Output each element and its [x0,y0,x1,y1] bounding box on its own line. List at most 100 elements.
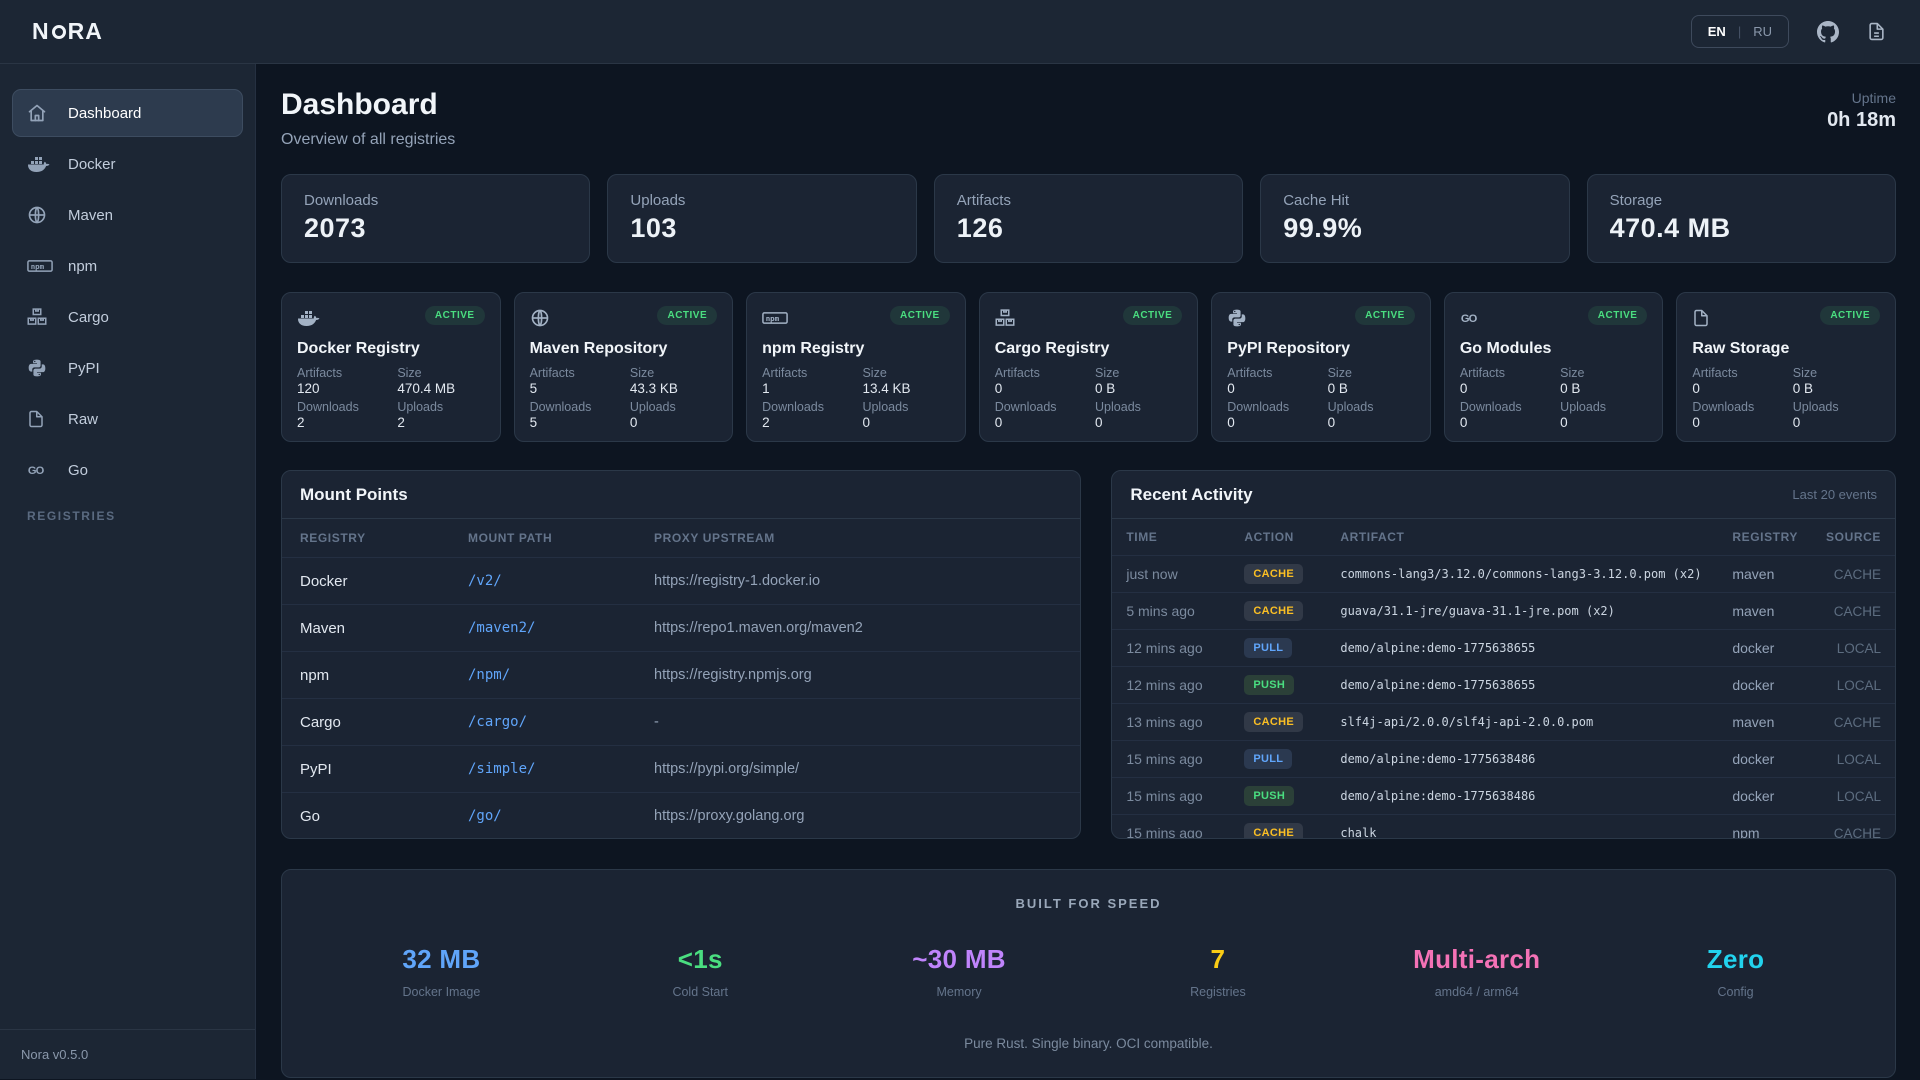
registry-card-npm[interactable]: npm ACTIVE npm Registry Artifacts1 Size1… [746,292,966,442]
uptime-value: 0h 18m [1827,109,1896,132]
mount-path-link[interactable]: /simple/ [468,761,535,777]
stat-value: 103 [630,213,893,244]
mount-path-link[interactable]: /cargo/ [468,714,527,730]
activity-row: 15 mins ago PULL demo/alpine:demo-177563… [1112,741,1895,778]
downloads-value: 0 [1460,415,1560,430]
recent-activity-card: Recent Activity Last 20 events TIME ACTI… [1111,470,1896,839]
pypi-icon [27,357,53,379]
stat-label: Artifacts [957,192,1220,209]
built-for-speed-card: BUILT FOR SPEED 32 MB Docker Image <1s C… [281,869,1896,1078]
cargo-icon [995,306,1015,330]
mount-path-link[interactable]: /npm/ [468,667,510,683]
sidebar-item-label: PyPI [68,360,100,377]
activity-source: LOCAL [1812,667,1895,704]
language-toggle[interactable]: EN | RU [1691,15,1789,48]
active-badge: ACTIVE [1355,306,1415,325]
activity-col-time: TIME [1112,519,1230,556]
sidebar-item-maven[interactable]: Maven [12,191,243,239]
sidebar-item-cargo[interactable]: Cargo [12,293,243,341]
sidebar-item-go[interactable]: GO Go [12,446,243,494]
activity-artifact: chalk [1326,815,1718,840]
mount-path-link[interactable]: /go/ [468,808,502,824]
sidebar-item-docker[interactable]: Docker [12,140,243,188]
pypi-icon [1227,306,1247,330]
mount-upstream: - [636,699,1080,746]
stat-value: 2073 [304,213,567,244]
logo-text-n: N [32,18,50,45]
uploads-label: Uploads [630,400,717,414]
mount-path-link[interactable]: /v2/ [468,573,502,589]
active-badge: ACTIVE [1820,306,1880,325]
mount-row: npm /npm/ https://registry.npmjs.org [282,652,1080,699]
activity-time: 15 mins ago [1112,778,1230,815]
speed-stat-zero-config: Zero Config [1606,944,1865,999]
speed-stat-label: Cold Start [571,985,830,999]
activity-artifact: slf4j-api/2.0.0/slf4j-api-2.0.0.pom [1326,704,1718,741]
registry-card-maven[interactable]: ACTIVE Maven Repository Artifacts5 Size4… [514,292,734,442]
action-badge: PUSH [1244,786,1294,806]
speed-stat-label: Config [1606,985,1865,999]
activity-row: 12 mins ago PUSH demo/alpine:demo-177563… [1112,667,1895,704]
mount-upstream: https://repo1.maven.org/maven2 [636,605,1080,652]
uptime-label: Uptime [1827,90,1896,106]
downloads-value: 0 [995,415,1095,430]
sidebar-item-pypi[interactable]: PyPI [12,344,243,392]
mount-registry: Cargo [282,699,450,746]
active-badge: ACTIVE [425,306,485,325]
speed-stat-label: Memory [830,985,1089,999]
logo-text-ra: RA [68,18,103,45]
speed-stat-memory: ~30 MB Memory [830,944,1089,999]
mount-points-card: Mount Points REGISTRY MOUNT PATH PROXY U… [281,470,1081,839]
page-subtitle: Overview of all registries [281,131,455,149]
activity-source: CACHE [1812,704,1895,741]
mount-row: Cargo /cargo/ - [282,699,1080,746]
speed-stat-value: Multi-arch [1347,944,1606,975]
size-value: 43.3 KB [630,381,717,396]
lang-ru-button[interactable]: RU [1753,24,1772,39]
sidebar: Dashboard Docker Maven npm npm [0,64,256,1079]
sidebar-item-dashboard[interactable]: Dashboard [12,89,243,137]
sidebar-item-raw[interactable]: Raw [12,395,243,443]
lang-en-button[interactable]: EN [1708,24,1726,39]
mount-row: Docker /v2/ https://registry-1.docker.io [282,558,1080,605]
mount-path-link[interactable]: /maven2/ [468,620,535,636]
activity-row: 13 mins ago CACHE slf4j-api/2.0.0/slf4j-… [1112,704,1895,741]
registry-card-go[interactable]: GO ACTIVE Go Modules Artifacts0 Size0 B … [1444,292,1664,442]
downloads-label: Downloads [1692,400,1792,414]
topbar: N RA EN | RU [0,0,1920,64]
uploads-label: Uploads [1095,400,1182,414]
artifacts-value: 1 [762,381,862,396]
action-badge: PULL [1244,638,1292,658]
activity-time: 15 mins ago [1112,741,1230,778]
docs-icon[interactable] [1867,22,1886,41]
size-label: Size [397,366,484,380]
registry-card-docker[interactable]: ACTIVE Docker Registry Artifacts120 Size… [281,292,501,442]
activity-row: 15 mins ago CACHE chalk npm CACHE [1112,815,1895,840]
sidebar-item-npm[interactable]: npm npm [12,242,243,290]
uploads-label: Uploads [1793,400,1880,414]
registry-card-pypi[interactable]: ACTIVE PyPI Repository Artifacts0 Size0 … [1211,292,1431,442]
stat-card: Uploads 103 [607,174,916,263]
mount-registry: npm [282,652,450,699]
downloads-value: 0 [1227,415,1327,430]
action-badge: CACHE [1244,601,1303,621]
registry-card-raw[interactable]: ACTIVE Raw Storage Artifacts0 Size0 B Do… [1676,292,1896,442]
uploads-value: 2 [397,415,484,430]
registry-card-title: Cargo Registry [995,340,1183,358]
go-icon: GO [27,459,53,481]
activity-row: just now CACHE commons-lang3/3.12.0/comm… [1112,556,1895,593]
mount-upstream: https://pypi.org/simple/ [636,746,1080,793]
activity-time: just now [1112,556,1230,593]
recent-activity-table: TIME ACTION ARTIFACT REGISTRY SOURCE jus… [1112,519,1895,839]
activity-source: LOCAL [1812,741,1895,778]
github-icon[interactable] [1817,21,1839,43]
registry-card-title: PyPI Repository [1227,340,1415,358]
speed-stat-value: <1s [571,944,830,975]
sidebar-item-label: Docker [68,156,116,173]
app-version: Nora v0.5.0 [0,1029,255,1079]
registry-card-cargo[interactable]: ACTIVE Cargo Registry Artifacts0 Size0 B… [979,292,1199,442]
downloads-label: Downloads [1227,400,1327,414]
activity-artifact: demo/alpine:demo-1775638655 [1326,630,1718,667]
stat-value: 470.4 MB [1610,213,1873,244]
activity-registry: maven [1718,704,1812,741]
